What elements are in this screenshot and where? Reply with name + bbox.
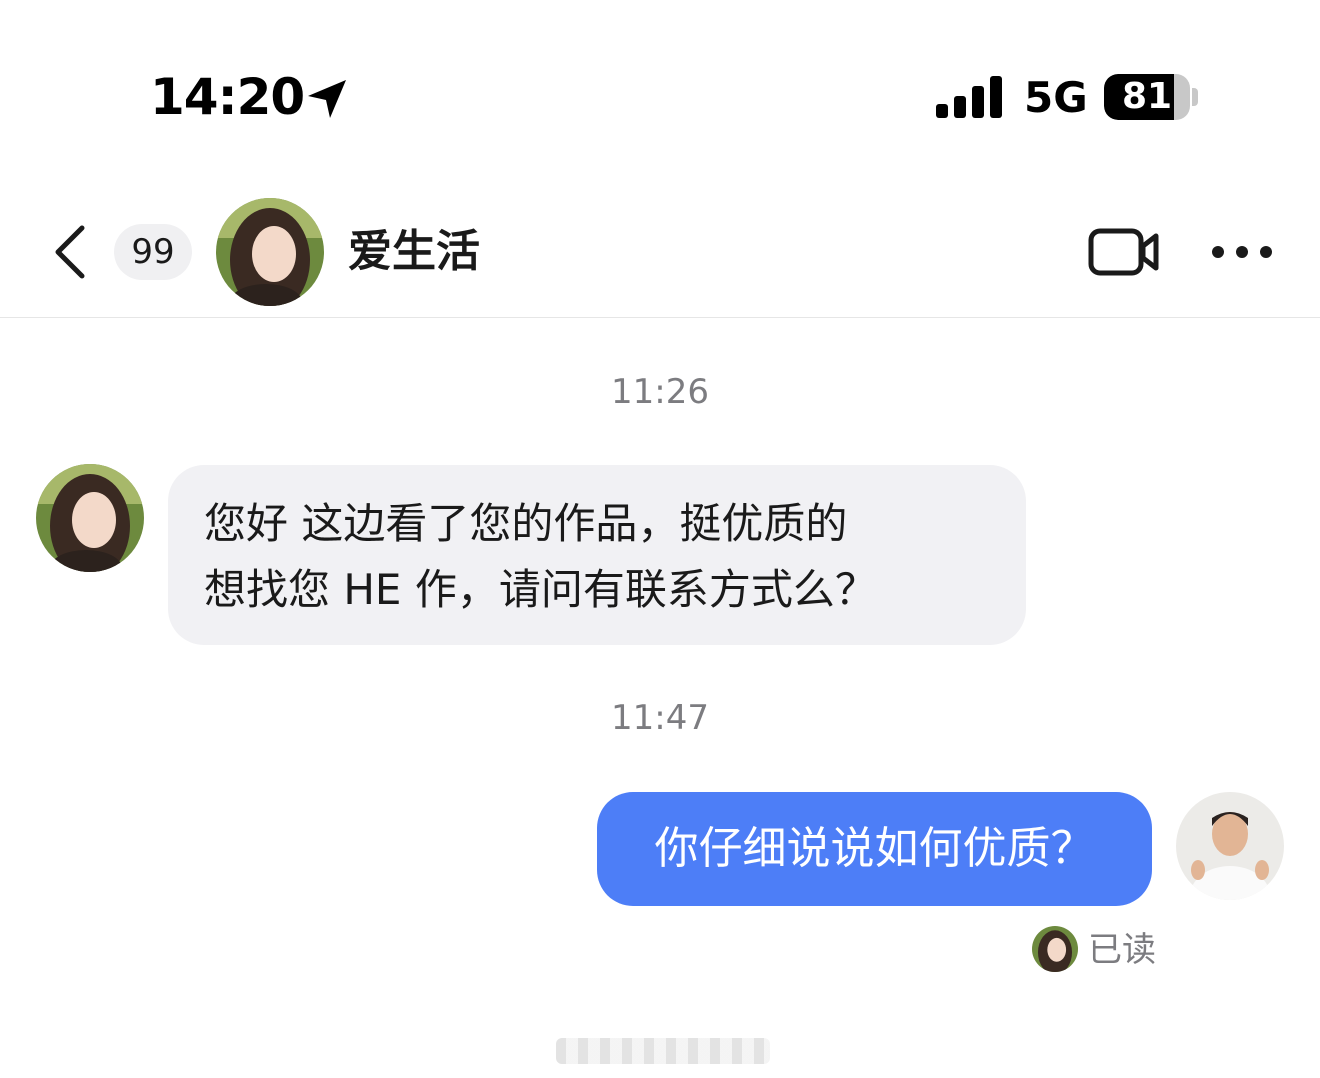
- video-camera-icon[interactable]: [1088, 226, 1160, 278]
- more-dots-icon[interactable]: [1210, 242, 1274, 262]
- received-message-bubble[interactable]: 您好 这边看了您的作品，挺优质的 想找您 HE 作，请问有联系方式么？: [168, 465, 1026, 645]
- network-type: 5G: [1024, 73, 1088, 122]
- sent-message-bubble[interactable]: 你仔细说说如何优质？: [597, 792, 1152, 906]
- message-line: 您好 这边看了您的作品，挺优质的: [204, 499, 848, 548]
- self-avatar[interactable]: [1176, 792, 1284, 900]
- contact-avatar[interactable]: [216, 198, 324, 306]
- read-status-label: 已读: [1088, 930, 1156, 970]
- battery-level: 81: [1121, 76, 1173, 117]
- message-timestamp: 11:47: [611, 698, 709, 738]
- contact-name[interactable]: 爱生活: [348, 224, 480, 280]
- message-line: 想找您 HE 作，请问有联系方式么？: [204, 565, 877, 614]
- cellular-signal-icon: [936, 76, 1002, 118]
- unread-count-badge[interactable]: 99: [114, 224, 192, 280]
- message-timestamp: 11:26: [611, 372, 709, 412]
- location-arrow-icon: [308, 80, 346, 118]
- status-time: 14:20: [150, 68, 305, 126]
- chevron-left-icon[interactable]: [50, 222, 94, 282]
- battery-tip: [1192, 88, 1198, 106]
- sender-avatar[interactable]: [36, 464, 144, 572]
- battery-indicator: 81: [1104, 74, 1190, 120]
- home-indicator: [556, 1038, 770, 1064]
- header-divider: [0, 317, 1320, 318]
- read-receipt-avatar: [1032, 926, 1078, 972]
